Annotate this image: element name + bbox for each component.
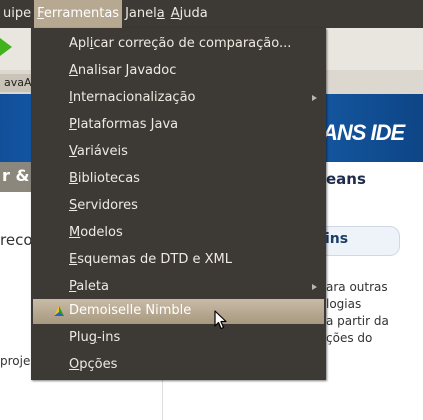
mouse-cursor-icon	[214, 310, 227, 330]
plugins-pill-label: ins	[325, 231, 349, 247]
submenu-arrow-icon	[312, 284, 317, 290]
menu-item-plugins[interactable]: Plug-ins	[33, 326, 324, 351]
run-icon[interactable]	[0, 38, 12, 56]
menu-item-internacionalizacao[interactable]: Internacionalização	[33, 86, 324, 111]
section-strip-text: r &	[2, 166, 30, 185]
menu-item-variaveis[interactable]: Variáveis	[33, 140, 324, 165]
welcome-heading: eans	[326, 170, 366, 188]
menu-janela[interactable]: Janela	[122, 0, 168, 28]
submenu-arrow-icon	[312, 95, 317, 101]
menu-ajuda[interactable]: Ajuda	[168, 0, 211, 28]
menu-item-opcoes[interactable]: Opções	[33, 353, 324, 378]
logo-text: ANS IDE	[322, 120, 405, 145]
welcome-description: ara outras logias a partir da ções do	[326, 279, 389, 347]
menu-item-bibliotecas[interactable]: Bibliotecas	[33, 167, 324, 192]
description-line: logias	[326, 297, 362, 311]
menu-item-esquemas-dtd-xml[interactable]: Esquemas de DTD e XML	[33, 248, 324, 273]
ferramentas-menu: Aplicar correção de comparação... Analis…	[31, 28, 326, 380]
menu-equipe[interactable]: uipe	[0, 0, 34, 28]
menu-item-analisar-javadoc[interactable]: Analisar Javadoc	[33, 59, 324, 84]
description-line: ções do	[326, 331, 373, 345]
menu-ferramentas[interactable]: Ferramentas	[34, 0, 123, 28]
left-projects-text: proje	[0, 354, 31, 368]
netbeans-logo: ANS IDE	[322, 120, 405, 146]
menu-item-paleta[interactable]: Paleta	[33, 275, 324, 300]
menu-item-modelos[interactable]: Modelos	[33, 221, 324, 246]
demoiselle-icon	[54, 306, 64, 316]
menu-item-demoiselle-nimble[interactable]: Demoiselle Nimble	[33, 299, 324, 324]
menu-item-aplicar-correcao[interactable]: Aplicar correção de comparação...	[33, 32, 324, 57]
column-divider	[162, 380, 163, 420]
description-line: ara outras	[326, 280, 388, 294]
menu-item-plataformas-java[interactable]: Plataformas Java	[33, 113, 324, 138]
menubar: uipe Ferramentas Janela Ajuda	[0, 0, 423, 28]
menu-item-servidores[interactable]: Servidores	[33, 194, 324, 219]
description-line: a partir da	[326, 314, 389, 328]
left-heading: reco	[0, 231, 33, 249]
